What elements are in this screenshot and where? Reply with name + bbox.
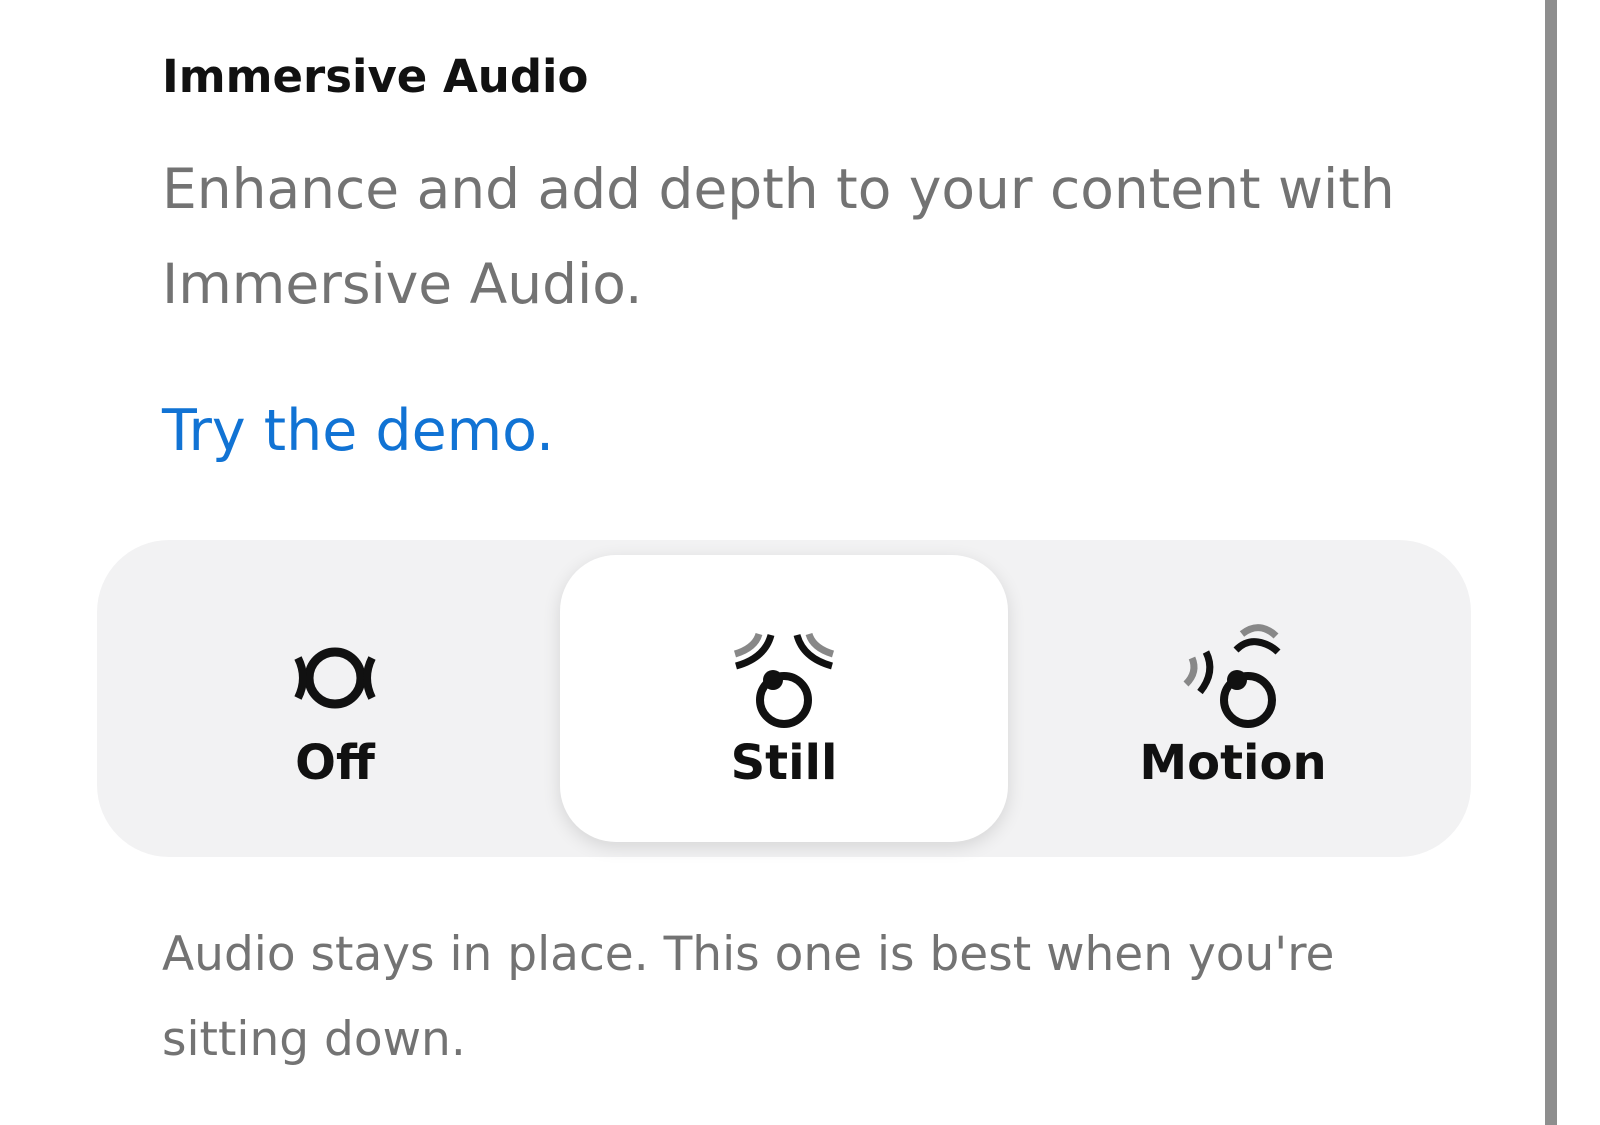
mode-option-off[interactable]: Off: [111, 555, 559, 842]
try-demo-link[interactable]: Try the demo.: [162, 398, 554, 464]
off-mode-icon: [294, 647, 376, 709]
mode-option-motion[interactable]: Motion: [1009, 555, 1457, 842]
mode-label-off: Off: [295, 735, 375, 791]
mode-label-motion: Motion: [1139, 735, 1327, 791]
section-description: Enhance and add depth to your content wi…: [162, 157, 1395, 316]
mode-option-still[interactable]: Still: [560, 555, 1008, 842]
still-mode-icon: [733, 632, 835, 728]
mode-label-still: Still: [730, 735, 838, 791]
motion-mode-icon: [1183, 624, 1281, 728]
scrollbar[interactable]: [1545, 0, 1557, 1125]
immersive-audio-mode-selector: Off Still Motion: [97, 540, 1471, 857]
mode-description: Audio stays in place. This one is best w…: [162, 927, 1335, 1067]
section-title: Immersive Audio: [162, 50, 589, 103]
